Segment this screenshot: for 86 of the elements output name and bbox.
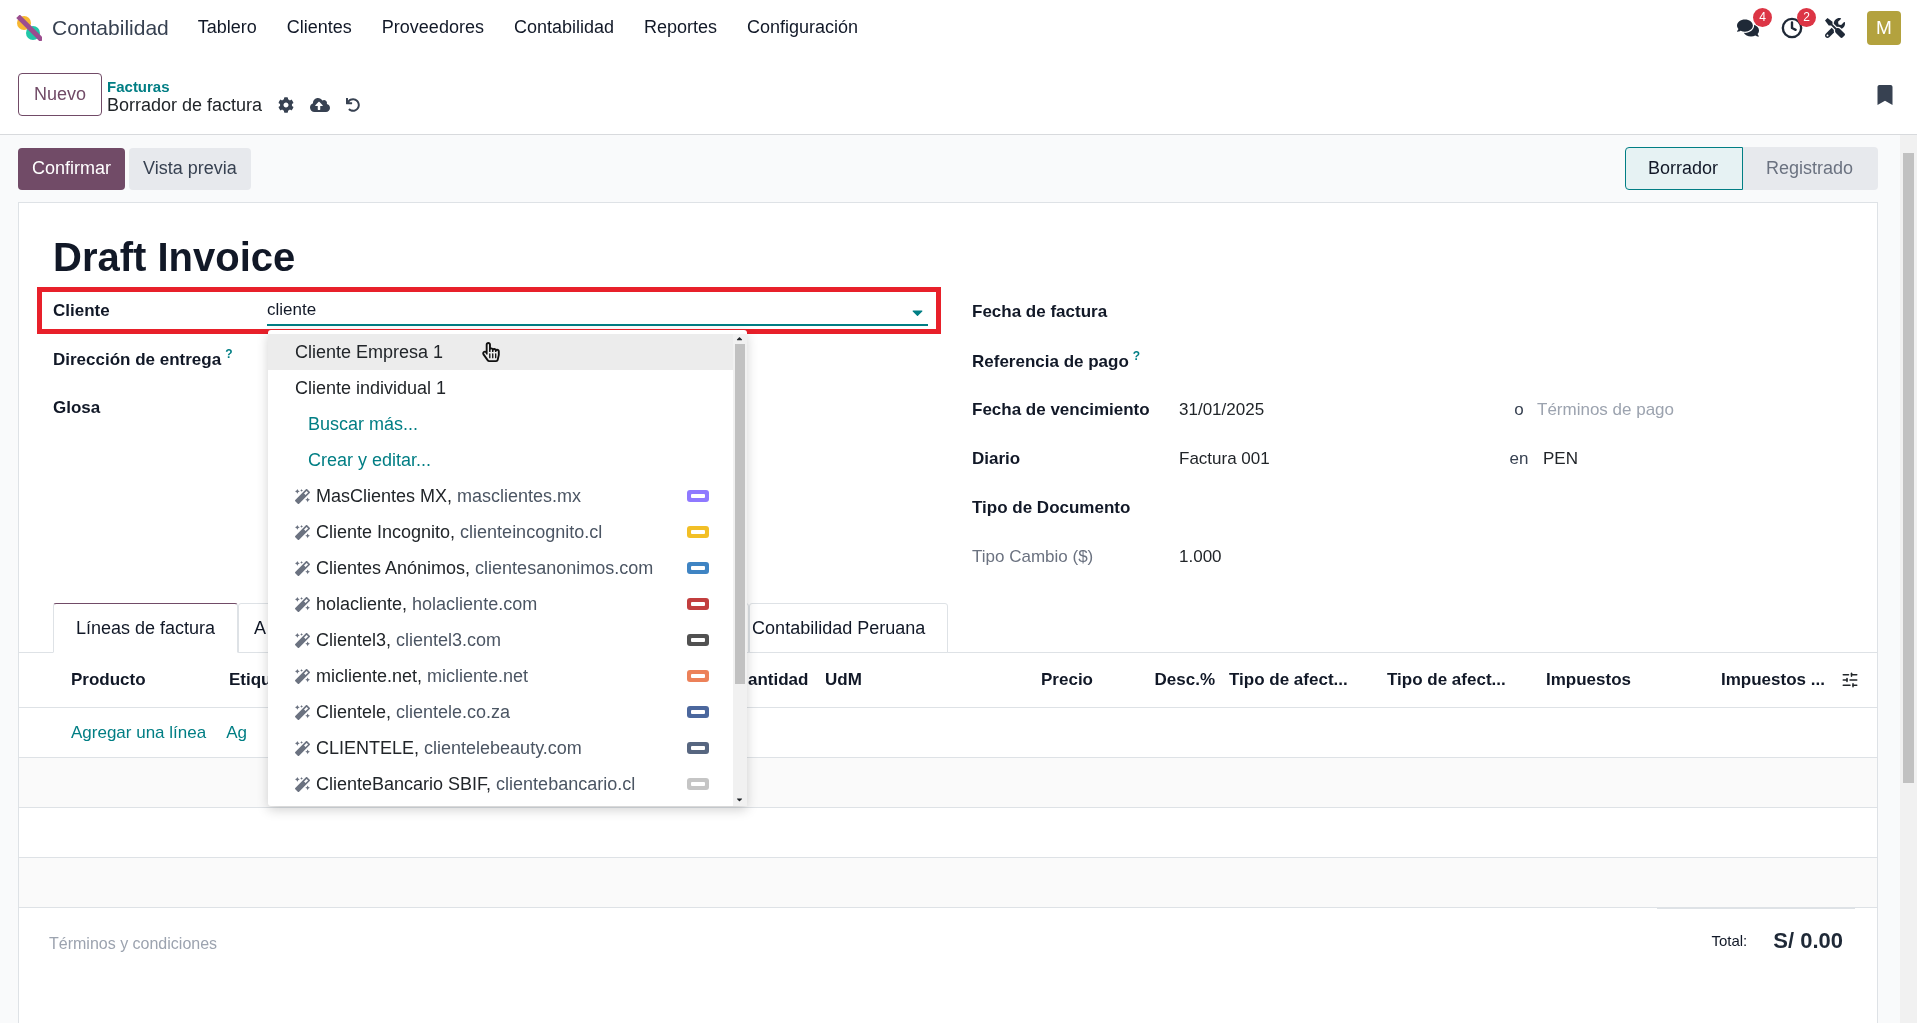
- help-mark[interactable]: ?: [225, 347, 233, 362]
- magic-wand-icon: [295, 596, 310, 612]
- column-header[interactable]: Precio: [961, 670, 1101, 690]
- tab[interactable]: Líneas de factura: [53, 603, 239, 653]
- suggestion-item[interactable]: Clientel3, clientel3.com: [268, 622, 733, 658]
- column-settings-icon[interactable]: [1841, 671, 1859, 689]
- field-label: Diario: [972, 448, 1022, 469]
- column-header[interactable]: Desc.%: [1101, 670, 1223, 690]
- field-label: Referencia de pago $^{?}$: [972, 349, 1142, 372]
- dropdown-option[interactable]: Cliente individual 1: [268, 370, 733, 406]
- app-logo-icon: [16, 14, 42, 41]
- magic-wand-icon: [295, 740, 310, 756]
- suggestion-item[interactable]: Clientes Anónimos, clientesanonimos.com: [268, 550, 733, 586]
- magic-wand-icon: [295, 524, 310, 540]
- magic-wand-icon: [295, 632, 310, 648]
- column-header[interactable]: UdM: [825, 670, 961, 690]
- help-mark[interactable]: ?: [1132, 349, 1141, 364]
- cloud-upload-icon[interactable]: [310, 95, 331, 115]
- suggestion-item[interactable]: MasClientes MX, masclientes.mx: [268, 478, 733, 514]
- magic-wand-icon: [295, 560, 310, 576]
- status-stage[interactable]: Borrador: [1624, 147, 1743, 190]
- field-value: Factura 001: [1179, 448, 1271, 469]
- suggestion-item[interactable]: ClienteBancario SBIF, clientebancario.cl: [268, 766, 733, 802]
- app-name: Contabilidad: [52, 15, 169, 40]
- field-label: Dirección de entrega $^{?}$: [52, 347, 234, 370]
- add-line-link[interactable]: Agregar una línea: [71, 722, 207, 743]
- column-header[interactable]: Producto: [53, 670, 211, 690]
- field-label: Tipo Cambio ($): [972, 546, 1095, 567]
- magic-wand-icon: [295, 668, 310, 684]
- pointer-cursor-icon: [482, 342, 500, 362]
- record-title: Borrador de factura: [107, 94, 263, 116]
- dropdown-action[interactable]: Buscar más...: [268, 406, 733, 442]
- currency-value: PEN: [1543, 448, 1578, 469]
- column-header[interactable]: Impuestos: [1546, 670, 1721, 690]
- menu-item[interactable]: Proveedores: [381, 17, 484, 38]
- scrollbar-thumb[interactable]: [735, 344, 745, 684]
- field-label: Fecha de vencimiento: [972, 399, 1151, 420]
- tools-icon: [1825, 17, 1845, 38]
- menu-item[interactable]: Clientes: [286, 17, 352, 38]
- settings-icon[interactable]: [278, 97, 295, 113]
- field-label: Cliente: [52, 300, 111, 321]
- new-button[interactable]: Nuevo: [18, 73, 103, 116]
- notification-badge: 2: [1797, 7, 1816, 27]
- activity-button[interactable]: [1781, 16, 1803, 39]
- dropdown-action[interactable]: Crear y editar...: [268, 442, 733, 478]
- suggestion-item[interactable]: CLIENTELE, clientelebeauty.com: [268, 730, 733, 766]
- field-label: Tipo de Documento: [972, 497, 1132, 518]
- menu-item[interactable]: Reportes: [644, 17, 718, 38]
- column-header[interactable]: antidad: [748, 670, 825, 690]
- tab[interactable]: Contabilidad Peruana: [749, 603, 949, 653]
- magic-wand-icon: [295, 704, 310, 720]
- document-title: Draft Invoice: [53, 234, 297, 281]
- menu-item[interactable]: Contabilidad: [513, 17, 614, 38]
- notification-badge: 4: [1753, 7, 1772, 27]
- customer-field[interactable]: cliente: [267, 295, 928, 326]
- suggestion-item[interactable]: holacliente, holacliente.com: [268, 586, 733, 622]
- magic-wand-icon: [295, 776, 310, 792]
- total-label: Total:: [1711, 932, 1748, 949]
- field-label: Glosa: [52, 397, 102, 418]
- total-amount: S/ 0.00: [1773, 927, 1843, 954]
- field-separator: en: [1508, 448, 1530, 469]
- dropdown-option[interactable]: Cliente Empresa 1: [268, 334, 733, 370]
- field-separator: o: [1513, 399, 1525, 420]
- status-stage[interactable]: Registrado: [1742, 147, 1878, 190]
- field-value: 1.000: [1179, 546, 1223, 567]
- menu-item[interactable]: Configuración: [747, 17, 859, 38]
- scrollbar-thumb[interactable]: [1903, 153, 1914, 783]
- column-header[interactable]: Tipo de afect...: [1387, 670, 1546, 690]
- magic-wand-icon: [295, 488, 310, 504]
- scroll-down-icon[interactable]: [735, 795, 744, 804]
- confirm-button[interactable]: Confirmar: [18, 147, 125, 190]
- bookmark-icon[interactable]: [1875, 84, 1895, 105]
- suggestion-item[interactable]: Cliente Incognito, clienteincognito.cl: [268, 514, 733, 550]
- menu-item[interactable]: Tablero: [197, 17, 257, 38]
- undo-icon[interactable]: [346, 98, 361, 112]
- tools-button[interactable]: [1825, 17, 1845, 38]
- preview-button[interactable]: Vista previa: [129, 147, 251, 190]
- breadcrumb-link[interactable]: Facturas: [107, 77, 361, 95]
- column-header[interactable]: Tipo de afect...: [1223, 670, 1387, 690]
- add-line-link[interactable]: Ag: [226, 722, 247, 743]
- suggestion-item[interactable]: Clientele, clientele.co.za: [268, 694, 733, 730]
- suggestion-item[interactable]: micliente.net, micliente.net: [268, 658, 733, 694]
- field-value: 31/01/2025: [1179, 399, 1266, 420]
- field-label: Fecha de factura: [972, 301, 1109, 322]
- scroll-up-icon[interactable]: [735, 334, 744, 343]
- column-header[interactable]: Impuestos ...: [1721, 670, 1841, 690]
